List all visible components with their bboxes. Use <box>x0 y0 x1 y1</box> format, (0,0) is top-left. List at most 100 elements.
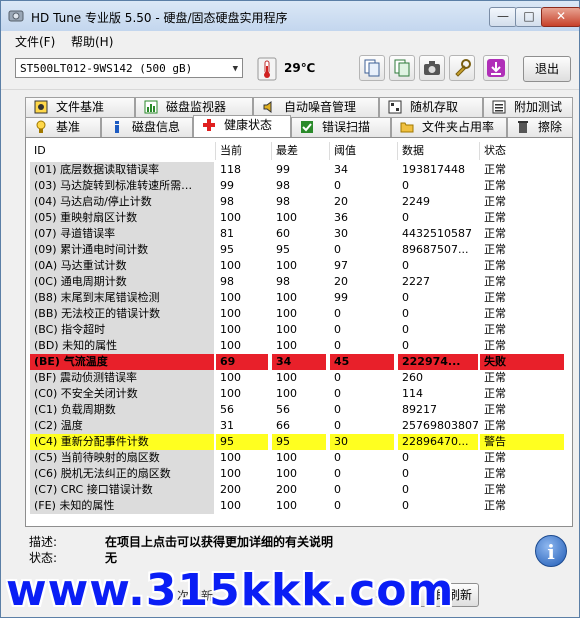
table-row[interactable]: (BB) 无法校正的错误计数 100 100 0 0 正常 <box>30 306 568 322</box>
status-label: 状态: <box>29 551 58 565</box>
worst-cell: 100 <box>276 499 297 512</box>
table-row[interactable]: (04) 马达启动/停止计数 98 98 20 2249 正常 <box>30 194 568 210</box>
chevron-down-icon: ▼ <box>232 64 238 74</box>
table-row[interactable]: (B8) 末尾到末尾错误检测 100 100 99 0 正常 <box>30 290 568 306</box>
threshold-cell: 30 <box>330 434 394 450</box>
tab-noise-management[interactable]: 自动噪音管理 <box>253 97 379 117</box>
threshold-cell: 0 <box>334 339 341 352</box>
attr-id-cell: (09) 累计通电时间计数 <box>30 242 214 258</box>
disk-monitor-icon <box>144 100 158 114</box>
tab-health[interactable]: 健康状态 <box>193 115 291 137</box>
current-cell: 98 <box>220 275 234 288</box>
threshold-cell: 0 <box>334 387 341 400</box>
info-circle-icon[interactable]: i <box>535 535 567 567</box>
data-cell: 0 <box>402 211 409 224</box>
data-cell: 0 <box>402 307 409 320</box>
copy-report-button[interactable] <box>389 55 415 81</box>
title-bar[interactable]: HD Tune 专业版 5.50 - 硬盘/固态硬盘实用程序 — □ ✕ <box>1 1 580 31</box>
data-cell: 25769803807 <box>402 419 478 432</box>
col-current-header[interactable]: 当前 <box>216 142 272 160</box>
tab-random-access[interactable]: 随机存取 <box>379 97 483 117</box>
status-cell: 正常 <box>484 211 506 224</box>
data-cell: 2227 <box>402 275 430 288</box>
table-row[interactable]: (C5) 当前待映射的扇区数 100 100 0 0 正常 <box>30 450 568 466</box>
table-row[interactable]: (BC) 指令超时 100 100 0 0 正常 <box>30 322 568 338</box>
attr-id-cell: (C7) CRC 接口错误计数 <box>30 482 214 498</box>
col-data-header[interactable]: 数据 <box>398 142 480 160</box>
tab-erase[interactable]: 擦除 <box>507 117 573 137</box>
tab-benchmark[interactable]: 基准 <box>25 117 101 137</box>
screenshot-button[interactable] <box>419 55 445 81</box>
tab-disk-monitor[interactable]: 磁盘监视器 <box>135 97 253 117</box>
col-id-header[interactable]: ID <box>30 142 216 160</box>
exit-button[interactable]: 退出 <box>523 56 571 82</box>
toolbar: ST500LT012-9WS142 (500 gB) ▼ 29℃ 退出 <box>1 51 579 90</box>
tab-folder-usage[interactable]: 文件夹占用率 <box>391 117 507 137</box>
table-row[interactable]: (C2) 温度 31 66 0 25769803807 正常 <box>30 418 568 434</box>
minimize-button[interactable]: — <box>489 7 517 27</box>
table-row[interactable]: (03) 马达旋转到标准转速所需… 99 98 0 0 正常 <box>30 178 568 194</box>
info-icon <box>115 121 119 133</box>
table-row[interactable]: (09) 累计通电时间计数 95 95 0 89687507... 正常 <box>30 242 568 258</box>
table-row[interactable]: (0C) 通电周期计数 98 98 20 2227 正常 <box>30 274 568 290</box>
table-row[interactable]: (C1) 负载周期数 56 56 0 89217 正常 <box>30 402 568 418</box>
current-cell: 100 <box>220 323 241 336</box>
tab-file-benchmark[interactable]: 文件基准 <box>25 97 135 117</box>
table-row[interactable]: (BD) 未知的属性 100 100 0 0 正常 <box>30 338 568 354</box>
threshold-cell: 0 <box>334 451 341 464</box>
attr-id-cell: (BF) 震动侦测错误率 <box>30 370 214 386</box>
current-cell: 100 <box>220 307 241 320</box>
close-button[interactable]: ✕ <box>541 7 580 27</box>
col-threshold-header[interactable]: 阈值 <box>330 142 398 160</box>
table-row[interactable]: (C6) 脱机无法纠正的扇区数 100 100 0 0 正常 <box>30 466 568 482</box>
data-cell: 193817448 <box>402 163 465 176</box>
options-wrench-icon <box>455 59 471 77</box>
attr-id-cell: (BD) 未知的属性 <box>30 338 214 354</box>
drive-select[interactable]: ST500LT012-9WS142 (500 gB) ▼ <box>15 58 243 78</box>
table-row[interactable]: (C0) 不安全关闭计数 100 100 0 114 正常 <box>30 386 568 402</box>
worst-cell: 99 <box>276 163 290 176</box>
table-row[interactable]: (C7) CRC 接口错误计数 200 200 0 0 正常 <box>30 482 568 498</box>
hdtune-app-icon <box>8 10 24 22</box>
maximize-button[interactable]: □ <box>515 7 543 27</box>
menu-file[interactable]: 文件(F) <box>15 33 55 50</box>
col-status-header[interactable]: 状态 <box>480 142 568 160</box>
data-cell: 0 <box>402 467 409 480</box>
current-cell: 100 <box>220 291 241 304</box>
table-row[interactable]: (05) 重映射扇区计数 100 100 36 0 正常 <box>30 210 568 226</box>
table-row[interactable]: (07) 寻道错误率 81 60 30 4432510587 正常 <box>30 226 568 242</box>
watermark-overlay: www.315kkk.com <box>6 565 455 616</box>
tab-extra-tests[interactable]: 附加测试 <box>483 97 573 117</box>
worst-cell: 100 <box>276 323 297 336</box>
table-row[interactable]: (FE) 未知的属性 100 100 0 0 正常 <box>30 498 568 514</box>
table-row[interactable]: (01) 底层数据读取错误率 118 99 34 193817448 正常 <box>30 162 568 178</box>
tab-label: 磁盘信息 <box>132 120 181 134</box>
table-row[interactable]: (BE) 气流温度 69 34 45 222974... 失败 <box>30 354 568 370</box>
data-cell: 4432510587 <box>402 227 472 240</box>
worst-cell: 100 <box>276 307 297 320</box>
threshold-cell: 34 <box>334 163 348 176</box>
worst-cell: 98 <box>276 179 290 192</box>
table-row[interactable]: (C4) 重新分配事件计数 95 95 30 22896470... 警告 <box>30 434 568 450</box>
worst-cell: 66 <box>276 419 290 432</box>
status-cell: 失败 <box>480 354 564 370</box>
extra-tests-icon <box>492 100 506 114</box>
options-button[interactable] <box>449 55 475 81</box>
table-row[interactable]: (BF) 震动侦测错误率 100 100 0 260 正常 <box>30 370 568 386</box>
data-cell: 22896470... <box>398 434 478 450</box>
data-cell: 0 <box>402 339 409 352</box>
table-row[interactable]: (0A) 马达重试计数 100 100 97 0 正常 <box>30 258 568 274</box>
threshold-cell: 30 <box>334 227 348 240</box>
tab-disk-info[interactable]: 磁盘信息 <box>101 117 193 137</box>
save-button[interactable] <box>483 55 509 81</box>
current-cell: 69 <box>216 354 268 370</box>
tab-error-scan[interactable]: 错误扫描 <box>291 117 391 137</box>
menu-help[interactable]: 帮助(H) <box>71 33 113 50</box>
copy-info-button[interactable] <box>359 55 385 81</box>
tab-label: 文件夹占用率 <box>422 120 495 134</box>
data-cell: 114 <box>402 387 423 400</box>
benchmark-icon <box>36 120 46 133</box>
threshold-cell: 0 <box>334 179 341 192</box>
col-worst-header[interactable]: 最差 <box>272 142 330 160</box>
data-cell: 0 <box>402 451 409 464</box>
